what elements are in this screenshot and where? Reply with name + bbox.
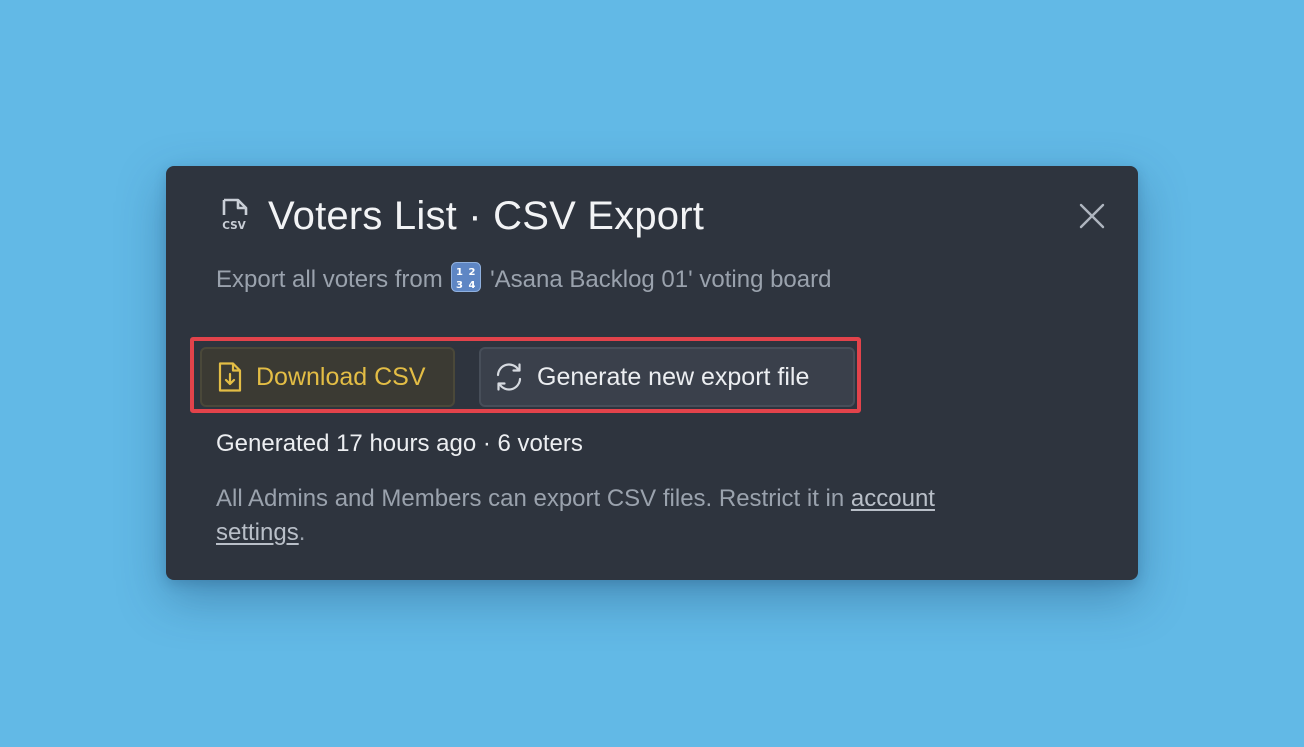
file-download-icon	[218, 362, 242, 392]
modal-header: CSV Voters List · CSV Export	[218, 190, 704, 242]
refresh-icon	[496, 363, 522, 391]
generated-status: Generated 17 hours ago · 6 voters	[216, 430, 583, 457]
svg-text:CSV: CSV	[222, 220, 246, 232]
svg-text:3: 3	[456, 280, 463, 291]
csv-export-modal: CSV Voters List · CSV Export Export all …	[166, 166, 1138, 580]
1234-emoji-icon: 1 2 3 4	[451, 262, 482, 292]
modal-subtitle: Export all voters from 1 2 3 4 'Asana Ba…	[216, 262, 831, 296]
modal-title: Voters List · CSV Export	[268, 194, 705, 238]
close-icon[interactable]	[1078, 202, 1106, 230]
note-period: .	[298, 519, 306, 546]
permissions-note: All Admins and Members can export CSV fi…	[216, 482, 976, 550]
permissions-note-text: All Admins and Members can export CSV fi…	[216, 485, 845, 512]
download-csv-button[interactable]: Download CSV	[200, 347, 455, 407]
subtitle-prefix: Export all voters from	[216, 266, 443, 293]
csv-file-icon: CSV	[222, 198, 248, 232]
svg-text:4: 4	[469, 280, 476, 291]
download-csv-label: Download CSV	[256, 362, 426, 391]
svg-text:2: 2	[469, 267, 476, 278]
generate-export-label: Generate new export file	[537, 362, 810, 391]
subtitle-suffix: 'Asana Backlog 01' voting board	[490, 266, 832, 293]
svg-text:1: 1	[456, 267, 463, 278]
generate-export-button[interactable]: Generate new export file	[479, 347, 855, 407]
